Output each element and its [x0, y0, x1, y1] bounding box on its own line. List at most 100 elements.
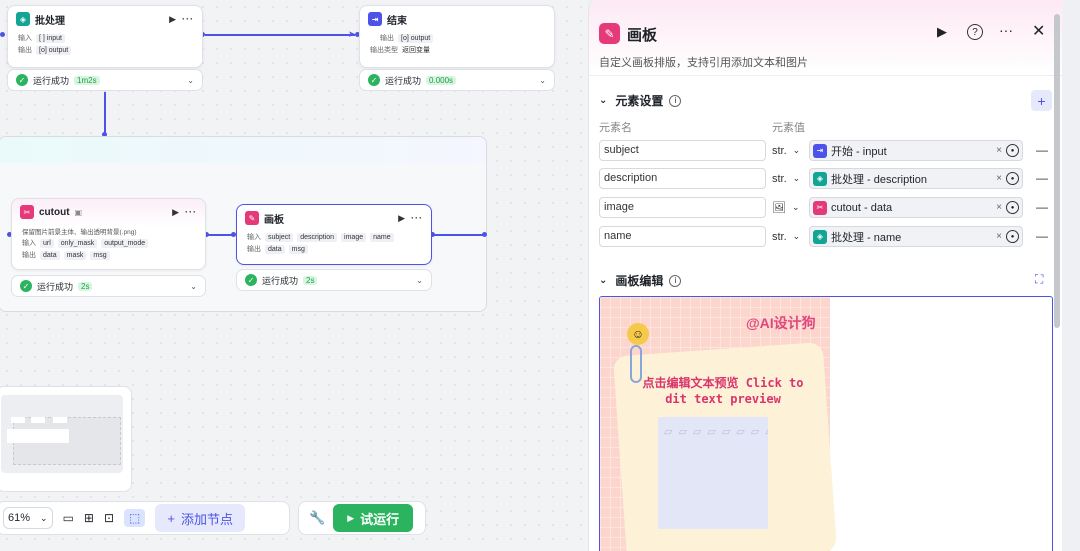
type-select[interactable]: 🖼 ⌄: [772, 197, 808, 218]
play-icon[interactable]: ▶: [169, 14, 177, 25]
element-name-input[interactable]: subject: [599, 140, 766, 161]
clear-icon[interactable]: ×: [996, 231, 1002, 242]
play-icon[interactable]: ▶: [172, 207, 180, 218]
more-icon[interactable]: ···: [999, 22, 1013, 38]
value-reference[interactable]: ◈ 批处理 - description × ●: [809, 168, 1023, 189]
cutout-status[interactable]: ✓ 运行成功 2s ⌄: [11, 275, 206, 297]
output-chip: [o] output: [398, 33, 434, 43]
board-node[interactable]: ✎ 画板 ▶ ··· 输入 subject description image …: [236, 204, 432, 265]
plus-icon: +: [167, 510, 175, 526]
clear-icon[interactable]: ×: [996, 202, 1002, 213]
target-icon[interactable]: ●: [1006, 172, 1019, 185]
select-mode-icon[interactable]: ⬚: [124, 509, 146, 527]
batch-status[interactable]: ✓ 运行成功 1m2s ⌄: [7, 69, 203, 91]
emoji-sticker-icon: ☺: [627, 323, 649, 345]
poster-text[interactable]: 点击编辑文本预览 Click to dit text preview: [638, 375, 808, 407]
clear-icon[interactable]: ×: [996, 145, 1002, 156]
ref-label: 批处理 - description: [831, 173, 927, 186]
zoom-select[interactable]: 61% ⌄: [3, 507, 53, 529]
cutout-icon: ✂: [20, 205, 34, 219]
target-icon[interactable]: ●: [1006, 201, 1019, 214]
close-icon[interactable]: ✕: [1032, 21, 1045, 41]
scrollbar-thumb[interactable]: [1054, 14, 1060, 328]
edit-section-title: 画板编辑: [615, 274, 664, 288]
type-label: 🖼: [772, 202, 786, 214]
board-settings-panel: ✎ 画板 ▶ ? ··· ✕ 自定义画板排版，支持引用添加文本和图片 ⌄ 元素设…: [588, 0, 1062, 551]
play-icon[interactable]: ▶: [937, 24, 947, 40]
add-node-label: 添加节点: [180, 511, 233, 527]
add-node-button[interactable]: + 添加节点: [155, 504, 245, 532]
comment-icon[interactable]: ▭: [63, 511, 74, 525]
run-toolbar: 🔧 ▶ 试运行: [298, 501, 426, 535]
remove-row-button[interactable]: —: [1036, 171, 1048, 185]
add-element-button[interactable]: +: [1031, 90, 1052, 111]
target-icon[interactable]: ●: [1006, 230, 1019, 243]
canvas-toolbar: 61% ⌄ ▭ ⊞ ⊡ ⬚ + 添加节点: [0, 501, 290, 535]
end-node[interactable]: ⇥ 结束 输出 [o] output 输出类型 返回变量: [359, 5, 555, 68]
element-name-input[interactable]: name: [599, 226, 766, 247]
check-icon: ✓: [368, 74, 380, 86]
cutout-node-title: cutout: [39, 206, 70, 218]
test-run-button[interactable]: ▶ 试运行: [333, 504, 414, 532]
poster-handle-text[interactable]: @AI设计狗: [746, 313, 816, 333]
clear-icon[interactable]: ×: [996, 173, 1002, 184]
port-dot: [482, 232, 487, 237]
element-name-input[interactable]: image: [599, 197, 766, 218]
minimap[interactable]: [0, 386, 132, 492]
element-name-input[interactable]: description: [599, 168, 766, 189]
layout-grid-icon[interactable]: ⊞: [84, 511, 94, 525]
check-icon: ✓: [245, 274, 257, 286]
zoom-value: 61%: [8, 512, 31, 524]
expand-icon[interactable]: ⛶: [1035, 272, 1043, 287]
board-editor[interactable]: @AI设计狗 ☺ 点击编辑文本预览 Click to dit text prev…: [599, 296, 1053, 551]
chevron-down-icon[interactable]: ⌄: [416, 276, 423, 285]
type-label: str.: [772, 172, 787, 185]
ref-node-icon: ◈: [813, 229, 827, 244]
batch-node[interactable]: ◈ 批处理 ▶ ··· 输入 [ ] input 输出 [o] output: [7, 5, 203, 68]
remove-row-button[interactable]: —: [1036, 143, 1048, 157]
end-status[interactable]: ✓ 运行成功 0.000s ⌄: [359, 69, 555, 91]
output-type-label: 输出类型: [370, 47, 398, 54]
board-status[interactable]: ✓ 运行成功 2s ⌄: [236, 269, 432, 291]
col-name-header: 元素名: [599, 122, 632, 134]
batch-icon: ◈: [16, 12, 30, 26]
check-icon: ✓: [16, 74, 28, 86]
value-reference[interactable]: ⇥ 开始 - input × ●: [809, 140, 1023, 161]
panel-description: 自定义画板排版，支持引用添加文本和图片: [599, 57, 808, 69]
ref-node-icon: ⇥: [813, 143, 827, 158]
chevron-down-icon: ⌄: [599, 275, 608, 286]
play-icon[interactable]: ▶: [398, 213, 406, 224]
workflow-canvas[interactable]: ➤ ◈ 批处理 ▶ ··· 输入 [ ] input 输出 [o] output ✓…: [0, 0, 588, 551]
info-icon[interactable]: i: [669, 274, 682, 287]
more-icon[interactable]: ···: [182, 14, 194, 24]
type-select[interactable]: str. ⌄: [772, 168, 808, 189]
image-icon[interactable]: ⊡: [104, 511, 114, 525]
ref-label: 批处理 - name: [831, 231, 902, 244]
image-placeholder[interactable]: ▱▱▱▱▱▱▱▱▱▱▱▱▱▱▱▱▱▱▱▱▱▱▱▱▱▱▱▱▱▱: [658, 417, 768, 529]
input-label: 输入: [247, 234, 261, 241]
wrench-icon[interactable]: 🔧: [309, 510, 325, 526]
value-reference[interactable]: ◈ 批处理 - name × ●: [809, 226, 1023, 247]
target-icon[interactable]: ●: [1006, 144, 1019, 157]
chevron-down-icon[interactable]: ⌄: [187, 76, 194, 85]
status-label: 运行成功: [33, 75, 70, 86]
type-select[interactable]: str. ⌄: [772, 140, 808, 161]
type-select[interactable]: str. ⌄: [772, 226, 808, 247]
remove-row-button[interactable]: —: [1036, 229, 1048, 243]
more-icon[interactable]: ···: [411, 213, 423, 223]
chevron-down-icon: ⌄: [792, 173, 801, 183]
cutout-node[interactable]: ✂ cutout ▣ ▶ ··· 保留图片前景主体、输出透明背景(.png) 输…: [11, 198, 206, 270]
more-icon[interactable]: ···: [185, 207, 197, 217]
info-icon[interactable]: i: [669, 94, 682, 107]
status-time: 0.000s: [426, 75, 457, 85]
chevron-down-icon[interactable]: ⌄: [539, 76, 546, 85]
output-label: 输出: [22, 252, 36, 259]
help-icon[interactable]: ?: [967, 24, 983, 40]
edit-section-header[interactable]: ⌄ 画板编辑 i: [599, 272, 682, 289]
value-reference[interactable]: ✂ cutout - data × ●: [809, 197, 1023, 218]
remove-row-button[interactable]: —: [1036, 200, 1048, 214]
input-label: 输入: [18, 35, 32, 42]
elements-section-header[interactable]: ⌄ 元素设置 i: [599, 92, 682, 109]
chevron-down-icon: ⌄: [792, 145, 801, 155]
chevron-down-icon[interactable]: ⌄: [190, 282, 197, 291]
